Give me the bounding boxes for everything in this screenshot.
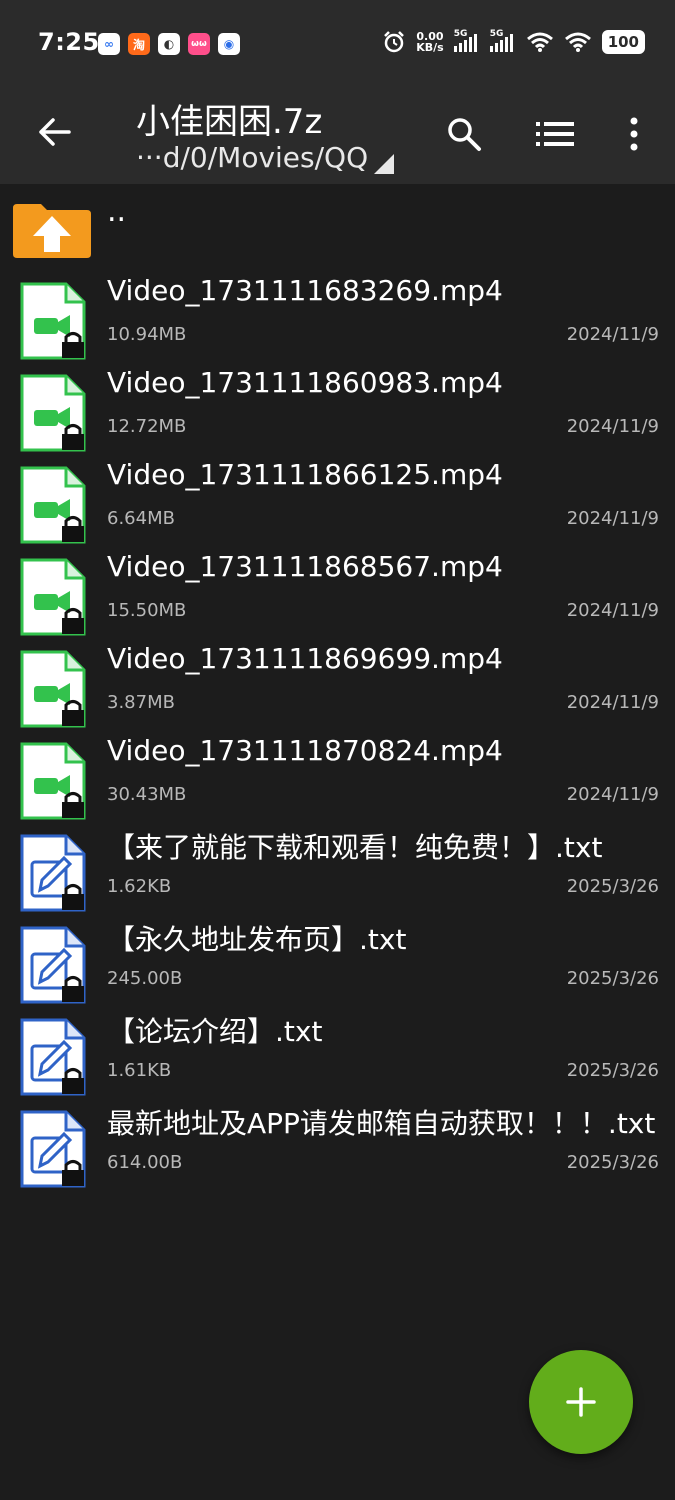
video-file-locked-icon xyxy=(20,742,90,820)
list-icon xyxy=(536,122,574,146)
text-file-locked-icon xyxy=(20,1018,90,1096)
status-right: 0.00 KB/s 5G 5G 100 xyxy=(382,29,645,54)
network-speed: 0.00 KB/s xyxy=(416,31,443,53)
file-row[interactable]: Video_1731111683269.mp4 10.94MB 2024/11/9 xyxy=(0,268,675,360)
back-button[interactable] xyxy=(34,110,74,154)
file-row[interactable]: Video_1731111868567.mp4 15.50MB 2024/11/9 xyxy=(0,544,675,636)
file-date: 2024/11/9 xyxy=(566,600,659,621)
file-name: 最新地址及APP请发邮箱自动获取！！！.txt xyxy=(107,1107,656,1140)
file-size: 614.00B xyxy=(107,1152,183,1173)
notification-app-icon: ωω xyxy=(188,33,210,55)
add-file-button[interactable] xyxy=(529,1350,633,1454)
file-row[interactable]: Video_1731111866125.mp4 6.64MB 2024/11/9 xyxy=(0,452,675,544)
signal-strength-icon: 5G xyxy=(453,29,480,52)
video-file-locked-icon xyxy=(20,650,90,728)
signal-strength-icon: 5G xyxy=(489,29,516,52)
parent-directory-row[interactable]: .. xyxy=(0,184,675,268)
file-date: 2025/3/26 xyxy=(566,968,659,989)
file-name: Video_1731111860983.mp4 xyxy=(107,366,503,399)
file-size: 245.00B xyxy=(107,968,183,989)
search-button[interactable] xyxy=(440,110,488,158)
file-size: 15.50MB xyxy=(107,600,187,621)
net-speed-unit: KB/s xyxy=(416,41,444,54)
file-row[interactable]: Video_1731111869699.mp4 3.87MB 2024/11/9 xyxy=(0,636,675,728)
file-name: Video_1731111866125.mp4 xyxy=(107,458,503,491)
current-path: ···d/0/Movies/QQ xyxy=(136,140,369,174)
arrow-left-icon xyxy=(39,118,71,146)
signal-label: 5G xyxy=(453,29,468,39)
wifi-icon xyxy=(564,32,591,52)
file-row[interactable]: 【永久地址发布页】.txt 245.00B 2025/3/26 xyxy=(0,912,675,1004)
notification-icons: ∞ 淘 ◐ ωω ◉ xyxy=(98,33,240,55)
path-selector[interactable]: ···d/0/Movies/QQ xyxy=(136,140,395,174)
file-row[interactable]: Video_1731111870824.mp4 30.43MB 2024/11/9 xyxy=(0,728,675,820)
video-file-locked-icon xyxy=(20,282,90,360)
file-size: 30.43MB xyxy=(107,784,187,805)
file-date: 2025/3/26 xyxy=(566,876,659,897)
file-date: 2024/11/9 xyxy=(566,508,659,529)
file-date: 2024/11/9 xyxy=(566,324,659,345)
parent-directory-label: .. xyxy=(107,194,127,229)
wifi-icon xyxy=(526,32,553,52)
notification-app-icon: ◐ xyxy=(158,33,180,55)
taobao-icon: 淘 xyxy=(128,33,150,55)
file-date: 2025/3/26 xyxy=(566,1060,659,1081)
file-name: 【论坛介绍】.txt xyxy=(107,1015,323,1048)
file-size: 12.72MB xyxy=(107,416,187,437)
notification-app-icon: ∞ xyxy=(98,33,120,55)
file-name: Video_1731111683269.mp4 xyxy=(107,274,503,307)
battery-indicator: 100 xyxy=(601,30,645,54)
file-size: 3.87MB xyxy=(107,692,175,713)
file-name: Video_1731111869699.mp4 xyxy=(107,642,503,675)
list-view-button[interactable] xyxy=(531,110,579,158)
file-list: .. Video_1731111683269.mp4 10.94MB 2024/11… xyxy=(0,184,675,1188)
alarm-icon xyxy=(384,31,405,53)
file-row[interactable]: 【论坛介绍】.txt 1.61KB 2025/3/26 xyxy=(0,1004,675,1096)
signal-label: 5G xyxy=(489,29,504,39)
status-bar: 7:25 ∞ 淘 ◐ ωω ◉ 0.00 KB/s 5G 5G 100 xyxy=(0,0,675,88)
file-name: Video_1731111870824.mp4 xyxy=(107,734,503,767)
file-date: 2025/3/26 xyxy=(566,1152,659,1173)
archive-title: 小佳困困.7z xyxy=(136,102,323,142)
file-size: 1.62KB xyxy=(107,876,172,897)
plus-icon xyxy=(566,1387,596,1417)
file-row[interactable]: 【来了就能下载和观看！纯免费！】.txt 1.62KB 2025/3/26 xyxy=(0,820,675,912)
more-vertical-icon xyxy=(630,117,638,151)
notification-app-icon: ◉ xyxy=(218,33,240,55)
text-file-locked-icon xyxy=(20,834,90,912)
file-row[interactable]: 最新地址及APP请发邮箱自动获取！！！.txt 614.00B 2025/3/26 xyxy=(0,1096,675,1188)
file-row[interactable]: Video_1731111860983.mp4 12.72MB 2024/11/9 xyxy=(0,360,675,452)
file-date: 2024/11/9 xyxy=(566,784,659,805)
video-file-locked-icon xyxy=(20,466,90,544)
dropdown-triangle-icon xyxy=(374,154,395,174)
app-bar: 小佳困困.7z ···d/0/Movies/QQ xyxy=(0,88,675,184)
file-size: 10.94MB xyxy=(107,324,187,345)
file-name: Video_1731111868567.mp4 xyxy=(107,550,503,583)
file-name: 【永久地址发布页】.txt xyxy=(107,923,407,956)
text-file-locked-icon xyxy=(20,926,90,1004)
status-time: 7:25 xyxy=(38,28,100,56)
video-file-locked-icon xyxy=(20,374,90,452)
file-size: 6.64MB xyxy=(107,508,175,529)
video-file-locked-icon xyxy=(20,558,90,636)
file-date: 2024/11/9 xyxy=(566,692,659,713)
more-options-button[interactable] xyxy=(610,110,658,158)
file-size: 1.61KB xyxy=(107,1060,172,1081)
file-date: 2024/11/9 xyxy=(566,416,659,437)
search-icon xyxy=(448,118,481,151)
text-file-locked-icon xyxy=(20,1110,90,1188)
file-name: 【来了就能下载和观看！纯免费！】.txt xyxy=(107,831,603,864)
folder-up-icon xyxy=(13,204,91,258)
